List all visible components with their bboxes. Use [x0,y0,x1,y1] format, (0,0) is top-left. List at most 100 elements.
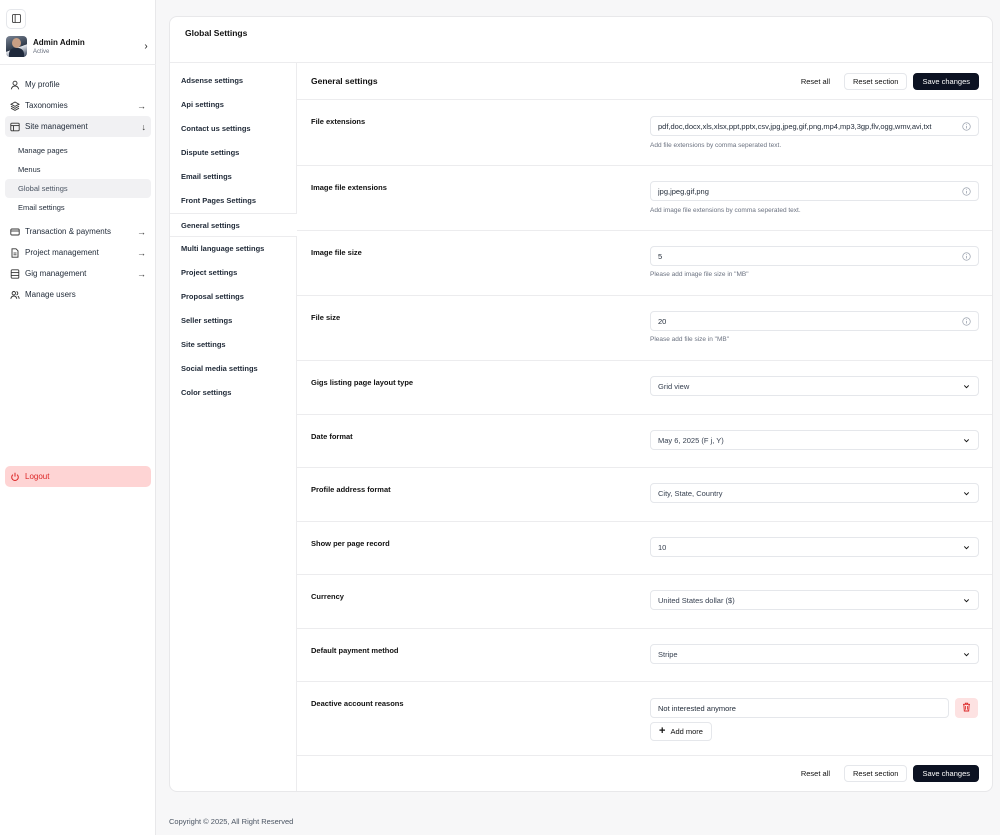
field-hint: Add file extensions by comma seperated t… [650,142,782,149]
tab-project-settings[interactable]: Project settings [170,261,296,285]
field-label: Image file extensions [311,183,387,192]
database-icon [10,268,20,279]
tab-api-settings[interactable]: Api settings [170,93,296,117]
setting-row-per-page: Show per page record 10 [297,522,992,575]
setting-row-date-format: Date format May 6, 2025 (F j, Y) [297,415,992,468]
sidebar-subitem-menus[interactable]: Menus [5,160,151,179]
gigs-layout-select[interactable]: Grid view [650,376,979,396]
arrow-right-icon: → [137,100,146,111]
tab-color-settings[interactable]: Color settings [170,381,296,405]
user-profile[interactable]: Admin Admin Active › [6,33,152,59]
avatar [6,35,27,57]
tab-proposal-settings[interactable]: Proposal settings [170,285,296,309]
sidebar-item-transactions[interactable]: Transaction & payments → [5,221,151,242]
add-more-button[interactable]: + Add more [650,722,712,741]
field-label: Deactive account reasons [311,699,404,708]
sidebar-toggle-button[interactable] [6,9,26,29]
reset-section-button[interactable]: Reset section [844,765,908,782]
section-header: General settings Reset all Reset section… [297,63,992,100]
reset-all-button[interactable]: Reset all [793,73,838,90]
settings-card: Global Settings Adsense settings Api set… [169,16,993,792]
chevron-down-icon [961,595,971,605]
chevron-right-icon: › [144,40,148,52]
image-file-extensions-input[interactable]: jpg,jpeg,gif,png [650,181,979,201]
tab-email-settings[interactable]: Email settings [170,165,296,189]
setting-row-image-file-size: Image file size 5 Please add image file … [297,231,992,296]
field-label: File size [311,313,341,322]
field-hint: Add image file extensions by comma seper… [650,207,801,214]
page-title: Global Settings [185,28,248,38]
copyright-text: Copyright © 2025, All Right Reserved [169,817,294,826]
setting-row-deactive-reasons: Deactive account reasons Not interested … [297,682,992,756]
sidebar-item-my-profile[interactable]: My profile [5,74,151,95]
tab-contact-us-settings[interactable]: Contact us settings [170,117,296,141]
user-status: Active [33,48,50,55]
sidebar-item-project-management[interactable]: Project management → [5,242,151,263]
power-icon [10,472,20,482]
reset-section-button[interactable]: Reset section [844,72,908,90]
reason-input[interactable]: Not interested anymore [650,698,949,718]
chevron-down-icon [961,488,971,498]
sidebar-subitem-manage-pages[interactable]: Manage pages [5,141,151,160]
sidebar-item-site-management[interactable]: Site management ↓ [5,116,151,137]
field-hint: Please add image file size in "MB" [650,271,749,278]
chevron-down-icon [961,381,971,391]
divider [0,64,156,65]
tab-dispute-settings[interactable]: Dispute settings [170,141,296,165]
field-label: Currency [311,592,344,601]
payment-method-select[interactable]: Stripe [650,644,979,664]
reason-item: Not interested anymore [650,698,978,718]
sidebar-item-taxonomies[interactable]: Taxonomies → [5,95,151,116]
date-format-select[interactable]: May 6, 2025 (F j, Y) [650,430,979,450]
tab-general-settings[interactable]: General settings [170,213,297,237]
section-footer-actions: Reset all Reset section Save changes [787,765,979,782]
field-label: File extensions [311,117,366,126]
file-icon [10,247,20,258]
currency-select[interactable]: United States dollar ($) [650,590,979,610]
field-label: Default payment method [311,646,399,655]
setting-row-currency: Currency United States dollar ($) [297,575,992,629]
info-icon [961,251,971,261]
setting-row-file-extensions: File extensions pdf,doc,docx,xls,xlsx,pp… [297,100,992,166]
arrow-right-icon: → [137,268,146,279]
tab-front-pages-settings[interactable]: Front Pages Settings [170,189,296,213]
settings-content: General settings Reset all Reset section… [297,63,992,791]
tab-social-media-settings[interactable]: Social media settings [170,357,296,381]
credit-card-icon [10,227,20,237]
section-title: General settings [311,76,378,86]
chevron-down-icon [961,542,971,552]
trash-icon [962,699,971,717]
chevron-down-icon [961,435,971,445]
layers-icon [10,100,20,111]
site-management-submenu: Manage pages Menus Global settings Email… [5,141,151,217]
reset-all-button[interactable]: Reset all [793,765,838,782]
save-changes-button[interactable]: Save changes [913,765,979,782]
sidebar-subitem-global-settings[interactable]: Global settings [5,179,151,198]
per-page-select[interactable]: 10 [650,537,979,557]
card-header: Global Settings [170,17,992,63]
tab-site-settings[interactable]: Site settings [170,333,296,357]
address-format-select[interactable]: City, State, Country [650,483,979,503]
sidebar-item-manage-users[interactable]: Manage users [5,284,151,305]
field-hint: Please add file size in "MB" [650,336,730,343]
logout-button[interactable]: Logout [5,466,151,487]
delete-reason-button[interactable] [955,698,978,718]
info-icon [961,121,971,131]
field-label: Show per page record [311,539,390,548]
image-file-size-input[interactable]: 5 [650,246,979,266]
users-icon [10,290,20,300]
tab-adsense-settings[interactable]: Adsense settings [170,69,296,93]
file-size-input[interactable]: 20 [650,311,979,331]
settings-tabs: Adsense settings Api settings Contact us… [170,63,297,791]
panel-left-icon [11,10,21,28]
arrow-down-icon: ↓ [141,121,147,132]
tab-multi-language-settings[interactable]: Multi language settings [170,237,296,261]
sidebar-item-gig-management[interactable]: Gig management → [5,263,151,284]
layout-icon [10,122,20,132]
sidebar-subitem-email-settings[interactable]: Email settings [5,198,151,217]
file-extensions-input[interactable]: pdf,doc,docx,xls,xlsx,ppt,pptx,csv,jpg,j… [650,116,979,136]
field-label: Profile address format [311,485,391,494]
setting-row-gigs-layout: Gigs listing page layout type Grid view [297,361,992,415]
tab-seller-settings[interactable]: Seller settings [170,309,296,333]
save-changes-button[interactable]: Save changes [913,72,979,90]
